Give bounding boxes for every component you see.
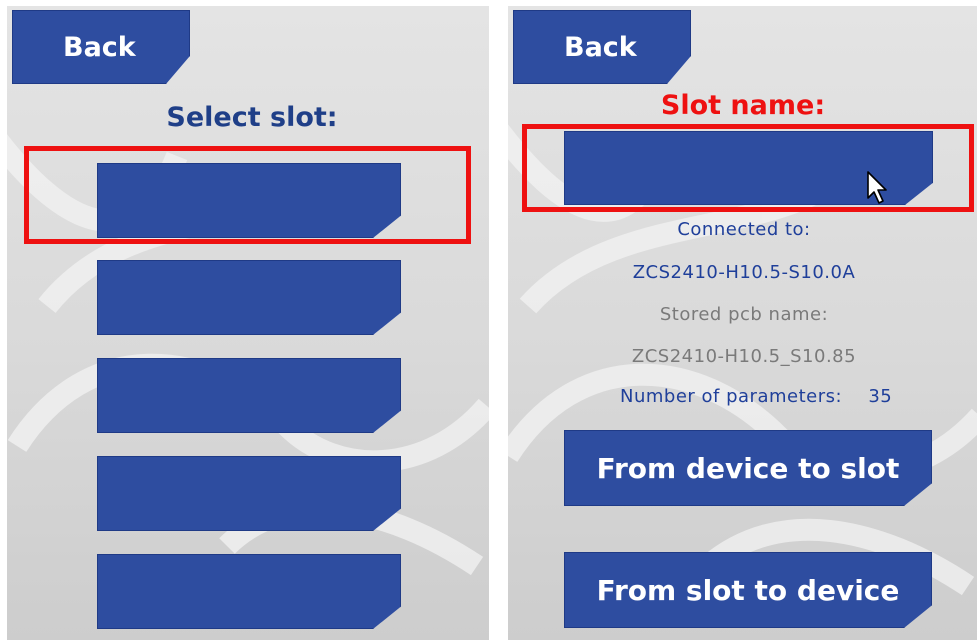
parameters-row: Number of parameters: 35 xyxy=(620,386,892,407)
back-button-label: Back xyxy=(63,31,136,63)
back-button-label: Back xyxy=(564,31,637,63)
stored-pcb-label: Stored pcb name: xyxy=(659,304,829,325)
slot-button-3[interactable] xyxy=(97,358,401,433)
slot-name-heading: Slot name: xyxy=(660,90,826,121)
connected-to-label: Connected to: xyxy=(677,219,811,240)
from-device-to-slot-label: From device to slot xyxy=(596,451,900,485)
back-button[interactable]: Back xyxy=(513,10,691,84)
from-slot-to-device-label: From slot to device xyxy=(596,573,900,607)
parameters-value: 35 xyxy=(868,386,893,407)
arrow-cursor-icon xyxy=(867,171,887,204)
slot-button-5[interactable] xyxy=(97,554,401,629)
stored-pcb-value: ZCS2410-H10.5_S10.85 xyxy=(631,346,857,367)
back-button[interactable]: Back xyxy=(12,10,190,84)
slot-button-2[interactable] xyxy=(97,260,401,335)
slot-button-1[interactable] xyxy=(97,163,401,238)
slot-button-4[interactable] xyxy=(97,456,401,531)
connected-to-value: ZCS2410-H10.5-S10.0A xyxy=(632,262,856,283)
slot-details-panel: Back Slot name: Connected to: ZCS2410-H1… xyxy=(508,6,977,640)
select-slot-heading: Select slot: xyxy=(166,102,338,133)
from-device-to-slot-button[interactable]: From device to slot xyxy=(564,430,932,506)
parameters-label: Number of parameters: xyxy=(620,386,843,407)
from-slot-to-device-button[interactable]: From slot to device xyxy=(564,552,932,628)
select-slot-panel: Back Select slot: xyxy=(7,6,489,640)
